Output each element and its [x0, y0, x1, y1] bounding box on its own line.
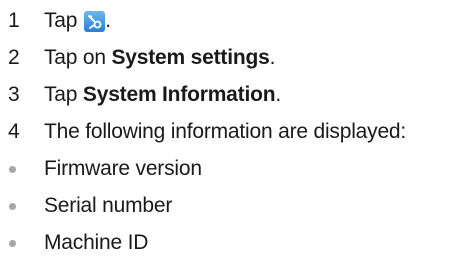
step-text: Tap on — [44, 46, 112, 69]
bullet-icon — [9, 240, 16, 247]
bullet-icon — [9, 166, 16, 173]
list-item-label: Firmware version — [44, 157, 202, 180]
step-text: The following information are displayed: — [44, 120, 407, 143]
menu-item-system-settings: System settings — [111, 46, 270, 69]
bullet-icon — [9, 203, 16, 210]
list-item-label: Serial number — [44, 194, 173, 217]
step-number: 1 — [8, 9, 20, 32]
step-suffix: . — [105, 9, 111, 32]
step-text: Tap — [44, 83, 83, 106]
step-number: 4 — [8, 120, 20, 143]
instruction-document: 1 Tap . 2 Tap on System settings . 3 Tap — [0, 0, 469, 278]
step-text: Tap — [44, 9, 78, 32]
step-suffix: . — [275, 83, 281, 106]
step-number: 3 — [8, 83, 20, 106]
step-suffix: . — [269, 46, 276, 69]
list-item-label: Machine ID — [44, 231, 149, 254]
menu-item-system-information: System Information — [82, 83, 276, 106]
step-number: 2 — [8, 46, 20, 69]
settings-tools-icon — [84, 10, 106, 32]
